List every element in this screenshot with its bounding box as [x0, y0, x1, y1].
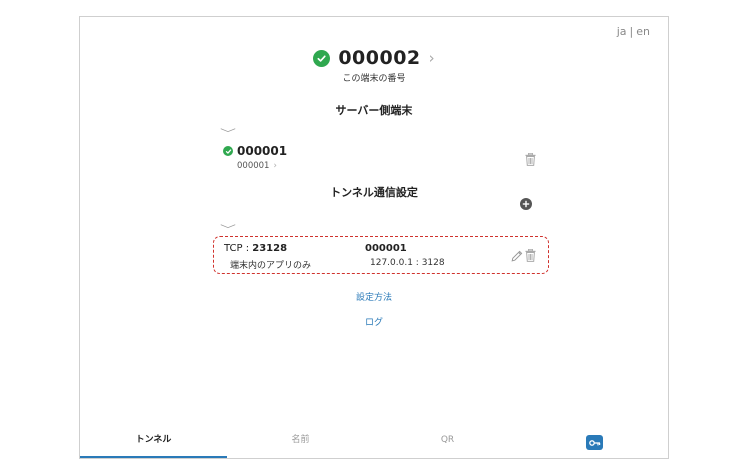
tab-name[interactable]: 名前	[227, 426, 374, 458]
device-id-row[interactable]: 000002 ›	[313, 47, 435, 69]
chevron-right-icon: ›	[428, 49, 435, 67]
lang-en[interactable]: en	[636, 25, 650, 38]
server-device[interactable]: 000001 000001 ›	[223, 144, 287, 171]
status-check-icon	[313, 49, 331, 67]
setup-guide-link[interactable]: 設定方法	[80, 290, 668, 303]
tunnel-port: 23128	[252, 243, 288, 254]
edit-tunnel-button[interactable]	[510, 249, 523, 262]
delete-tunnel-button[interactable]	[524, 248, 537, 263]
tab-tunnel[interactable]: トンネル	[80, 426, 227, 458]
chevron-down-icon[interactable]: ﹀	[220, 125, 236, 140]
tunnel-section-title: トンネル通信設定	[330, 186, 418, 199]
trash-icon	[525, 249, 536, 262]
device-id: 000002	[338, 47, 421, 69]
app-window: ja | en 000002 › この端末の番号 サーバー側端末 ﹀ 000001 …	[79, 16, 669, 459]
tab-qr[interactable]: QR	[374, 426, 521, 458]
server-section-title: サーバー側端末	[335, 104, 413, 117]
tunnel-row[interactable]: TCP : 23128 000001 端末内のアプリのみ 127.0.0.1 :…	[213, 236, 549, 274]
lang-separator: |	[629, 25, 634, 38]
status-check-icon	[223, 146, 233, 156]
trash-icon	[525, 152, 535, 166]
device-subtitle: この端末の番号	[342, 74, 406, 84]
language-switcher: ja | en	[617, 25, 650, 38]
lang-ja[interactable]: ja	[617, 25, 627, 38]
server-device-subid: 000001 ›	[237, 161, 287, 171]
tab-key[interactable]	[521, 426, 668, 458]
log-link[interactable]: ログ	[80, 315, 668, 328]
device-header: 000002 › この端末の番号	[80, 47, 668, 84]
add-tunnel-button[interactable]	[520, 198, 532, 210]
tunnel-scope: 端末内のアプリのみ	[230, 261, 312, 271]
key-icon	[586, 435, 603, 450]
delete-server-button[interactable]	[523, 151, 537, 167]
tunnel-protocol: TCP : 23128	[224, 243, 287, 254]
server-device-id: 000001	[237, 144, 288, 158]
server-subid-text: 000001	[237, 161, 270, 171]
tunnel-proto-label: TCP :	[224, 243, 253, 254]
plus-circle-icon	[520, 198, 532, 210]
bottom-tab-bar: トンネル 名前 QR	[80, 426, 668, 458]
chevron-down-icon[interactable]: ﹀	[220, 221, 236, 236]
pencil-icon	[511, 250, 522, 261]
tunnel-target: 127.0.0.1 : 3128	[370, 258, 445, 268]
chevron-right-icon: ›	[273, 161, 277, 171]
tunnel-server-id: 000001	[365, 243, 407, 254]
